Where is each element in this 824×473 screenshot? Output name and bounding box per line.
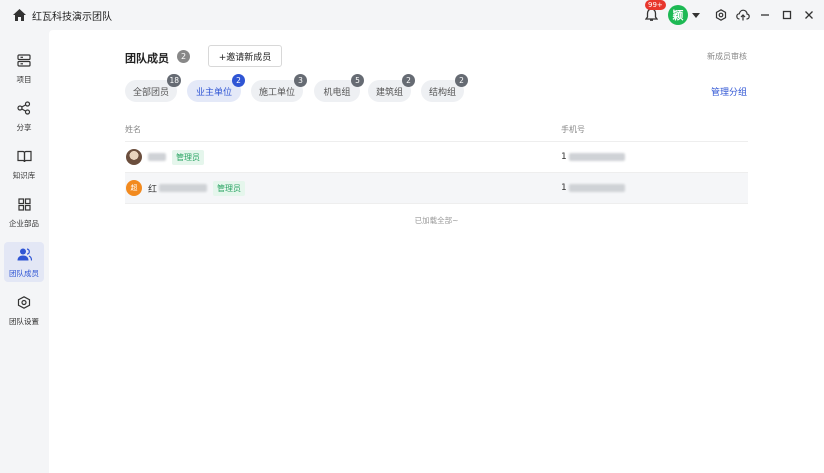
tab-count-badge: 18 [167, 74, 181, 87]
member-phone-cell: 1 [561, 173, 625, 203]
minimize-icon[interactable] [754, 4, 776, 26]
chevron-down-icon[interactable] [692, 12, 700, 18]
sidebar-item-label: 企业部品 [9, 218, 39, 228]
sidebar-item-share[interactable]: 分享 [4, 96, 44, 136]
tab-label: 建筑组 [375, 87, 403, 98]
tab-label: 全部团员 [132, 87, 169, 98]
role-tag: 管理员 [172, 149, 204, 165]
team-icon [17, 246, 32, 265]
loaded-all-text: 已加载全部~ [414, 216, 459, 225]
sidebar-item-label: 知识库 [12, 170, 36, 180]
tab-all-members[interactable]: 全部团员 18 [125, 74, 181, 102]
manage-groups-link[interactable]: 管理分组 [711, 85, 747, 98]
phone-prefix: 1 [561, 152, 567, 162]
member-name-cell: 管理员 [125, 142, 204, 172]
sidebar-item-label: 分享 [16, 122, 32, 132]
notification-badge: 99+ [645, 0, 666, 10]
table-row[interactable]: 管理员 1 [125, 142, 748, 173]
member-name: 红 [148, 184, 158, 195]
tab-architecture-group[interactable]: 建筑组 2 [368, 74, 415, 102]
bell-icon[interactable]: 99+ [640, 0, 666, 26]
redacted-phone [568, 153, 625, 161]
sidebar-item-label: 项目 [16, 74, 32, 84]
title-bar: 红瓦科技演示团队 99+ 颖 [0, 0, 824, 30]
tab-owner-unit[interactable]: 业主单位 2 [187, 74, 245, 102]
share-icon [17, 100, 31, 119]
redacted-phone [568, 184, 625, 192]
tab-label: 结构组 [428, 87, 456, 98]
member-count-badge: 2 [177, 50, 190, 63]
page-title: 团队成员 [125, 52, 169, 65]
member-name-cell: 超 红 管理员 [125, 173, 246, 203]
cloud-upload-icon[interactable] [732, 4, 754, 26]
redacted-name [159, 184, 208, 192]
book-icon [16, 148, 32, 167]
tab-count-badge: 3 [294, 74, 307, 87]
tab-count-badge: 2 [455, 74, 468, 87]
user-avatar[interactable]: 颖 [668, 5, 688, 25]
tab-construction-unit[interactable]: 施工单位 3 [251, 74, 307, 102]
grid-icon [17, 196, 31, 215]
tab-structure-group[interactable]: 结构组 2 [421, 74, 468, 102]
sidebar-item-label: 团队成员 [9, 268, 39, 278]
invite-member-button[interactable]: +邀请新成员 [208, 45, 282, 67]
tab-count-badge: 2 [402, 74, 415, 87]
phone-prefix: 1 [561, 183, 567, 193]
role-tag: 管理员 [213, 180, 246, 196]
sidebar-item-label: 团队设置 [9, 316, 39, 326]
settings-icon[interactable] [710, 4, 732, 26]
avatar [126, 149, 142, 165]
member-table: 姓名 手机号 管理员 1 超 红 管理员 1 [125, 118, 748, 204]
window-controls: 99+ 颖 [640, 0, 824, 30]
sidebar-item-components[interactable]: 企业部品 [4, 192, 44, 232]
maximize-icon[interactable] [776, 4, 798, 26]
sidebar-item-projects[interactable]: 项目 [4, 48, 44, 88]
tab-count-badge: 2 [232, 74, 245, 87]
app-title: 红瓦科技演示团队 [32, 11, 112, 23]
tab-label: 施工单位 [258, 87, 295, 98]
redacted-name [148, 153, 166, 161]
member-phone-cell: 1 [561, 142, 625, 172]
phone-column-header: 手机号 [561, 125, 585, 134]
avatar: 超 [126, 180, 142, 196]
sidebar-item-team-settings[interactable]: 团队设置 [4, 290, 44, 330]
table-header: 姓名 手机号 [125, 118, 748, 142]
main-panel: 团队成员 2 +邀请新成员 新成员审核 全部团员 18 业主单位 2 施工单位 … [49, 30, 824, 473]
close-icon[interactable] [798, 4, 820, 26]
sidebar-item-knowledge[interactable]: 知识库 [4, 144, 44, 184]
name-column-header: 姓名 [125, 125, 141, 134]
new-member-review-link[interactable]: 新成员审核 [707, 51, 747, 62]
tab-count-badge: 5 [351, 74, 364, 87]
tab-mep-group[interactable]: 机电组 5 [314, 74, 364, 102]
tab-label: 业主单位 [195, 87, 232, 98]
sidebar: 项目 分享 知识库 企业部品 团队成员 团队设置 [0, 30, 48, 473]
table-row[interactable]: 超 红 管理员 1 [125, 173, 748, 204]
tab-label: 机电组 [323, 87, 351, 98]
sidebar-item-team-members[interactable]: 团队成员 [4, 242, 44, 282]
team-settings-icon [17, 294, 31, 313]
project-icon [17, 52, 31, 71]
home-icon[interactable] [12, 8, 26, 22]
